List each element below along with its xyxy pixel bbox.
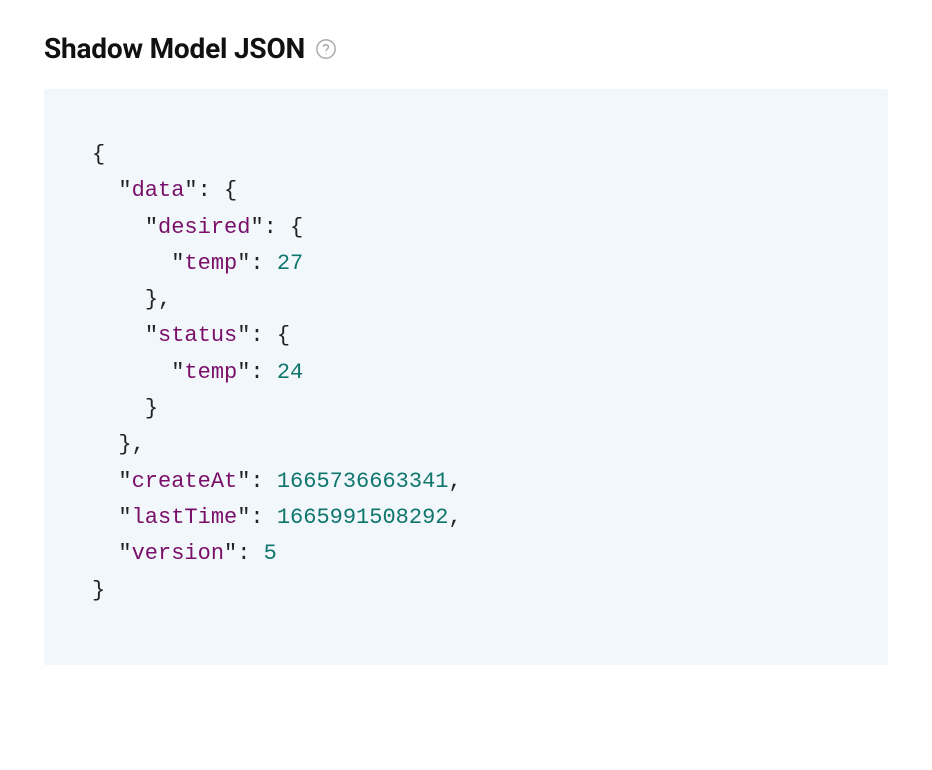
json-content: { "data": { "desired": { "temp": 27 }, "…	[92, 137, 840, 609]
json-key-temp-status: temp	[184, 360, 237, 385]
json-value-lasttime: 1665991508292	[277, 505, 449, 530]
json-key-version: version	[132, 541, 224, 566]
json-key-data: data	[132, 178, 185, 203]
json-key-desired: desired	[158, 215, 250, 240]
json-value-status-temp: 24	[277, 360, 303, 385]
json-key-lasttime: lastTime	[132, 505, 238, 530]
json-key-temp-desired: temp	[184, 251, 237, 276]
section-title: Shadow Model JSON	[44, 32, 305, 65]
json-value-createat: 1665736663341	[277, 469, 449, 494]
json-key-createat: createAt	[132, 469, 238, 494]
help-icon[interactable]	[315, 38, 337, 60]
json-code-panel: { "data": { "desired": { "temp": 27 }, "…	[44, 89, 888, 665]
json-key-status: status	[158, 323, 237, 348]
json-value-version: 5	[264, 541, 277, 566]
section-header: Shadow Model JSON	[44, 32, 888, 65]
json-value-desired-temp: 27	[277, 251, 303, 276]
